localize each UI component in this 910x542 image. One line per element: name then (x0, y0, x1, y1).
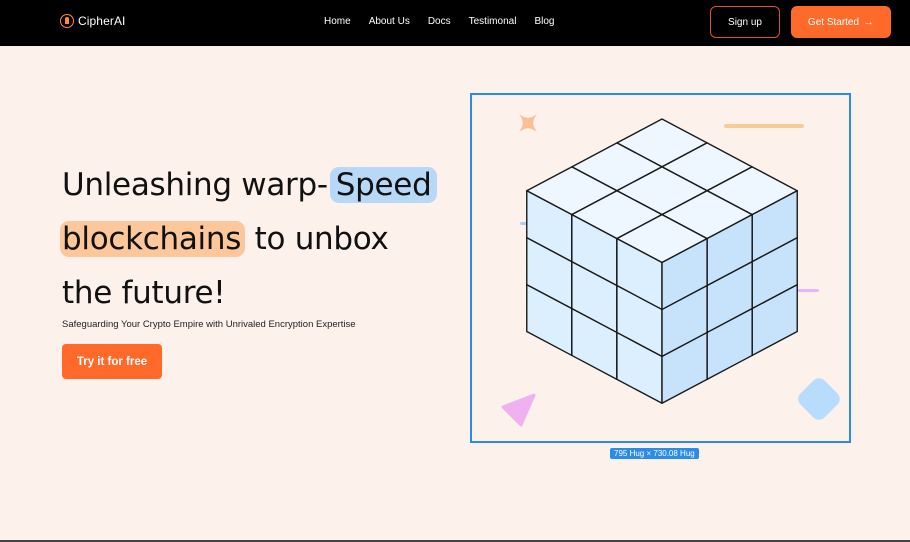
nav-link-docs[interactable]: Docs (428, 16, 451, 27)
cube-stack (526, 118, 798, 404)
headline-line-2-suffix: to unbox (245, 221, 389, 257)
get-started-button[interactable]: Get Started → (791, 6, 891, 38)
nav-links: Home About Us Docs Testimonal Blog (324, 16, 554, 27)
orange-line-shape (724, 124, 804, 128)
nav-link-testimonal[interactable]: Testimonal (469, 16, 517, 27)
headline-line-1-prefix: Unleashing warp- (62, 167, 328, 203)
logo-text: CipherAI (78, 14, 126, 28)
hero-subtitle: Safeguarding Your Crypto Empire with Unr… (62, 319, 356, 330)
cube-illustration (501, 114, 840, 427)
headline-highlight-blockchains: blockchains (60, 221, 246, 257)
nav-link-blog[interactable]: Blog (534, 16, 554, 27)
selected-illustration-frame[interactable] (470, 93, 851, 443)
cta-label: Try it for free (76, 355, 148, 368)
blue-diamond-shape (798, 378, 840, 420)
sparkle-shape (519, 114, 537, 132)
logo[interactable]: CipherAI (60, 14, 126, 28)
headline-line-1: Unleashing warp- Speed (62, 158, 438, 212)
dimension-badge: 795 Hug × 730.08 Hug (610, 448, 699, 459)
headline-line-2: blockchains to unbox (60, 212, 437, 266)
get-started-label: Get Started (807, 16, 860, 28)
sign-up-button[interactable]: Sign up (710, 6, 780, 38)
sign-up-label: Sign up (728, 16, 762, 28)
logo-icon (60, 14, 74, 28)
headline-highlight-speed: Speed (329, 167, 438, 203)
hero-headline: Unleashing warp- Speed blockchains to unb… (60, 158, 438, 320)
nav-link-about-us[interactable]: About Us (369, 16, 410, 27)
pink-triangle-shape (501, 393, 536, 427)
try-it-for-free-button[interactable]: Try it for free (62, 344, 162, 379)
headline-line-3: the future! (62, 275, 226, 311)
arrow-right-icon: → (863, 16, 875, 28)
top-nav: CipherAI Home About Us Docs Testimonal B… (0, 0, 910, 46)
nav-link-home[interactable]: Home (324, 16, 351, 27)
